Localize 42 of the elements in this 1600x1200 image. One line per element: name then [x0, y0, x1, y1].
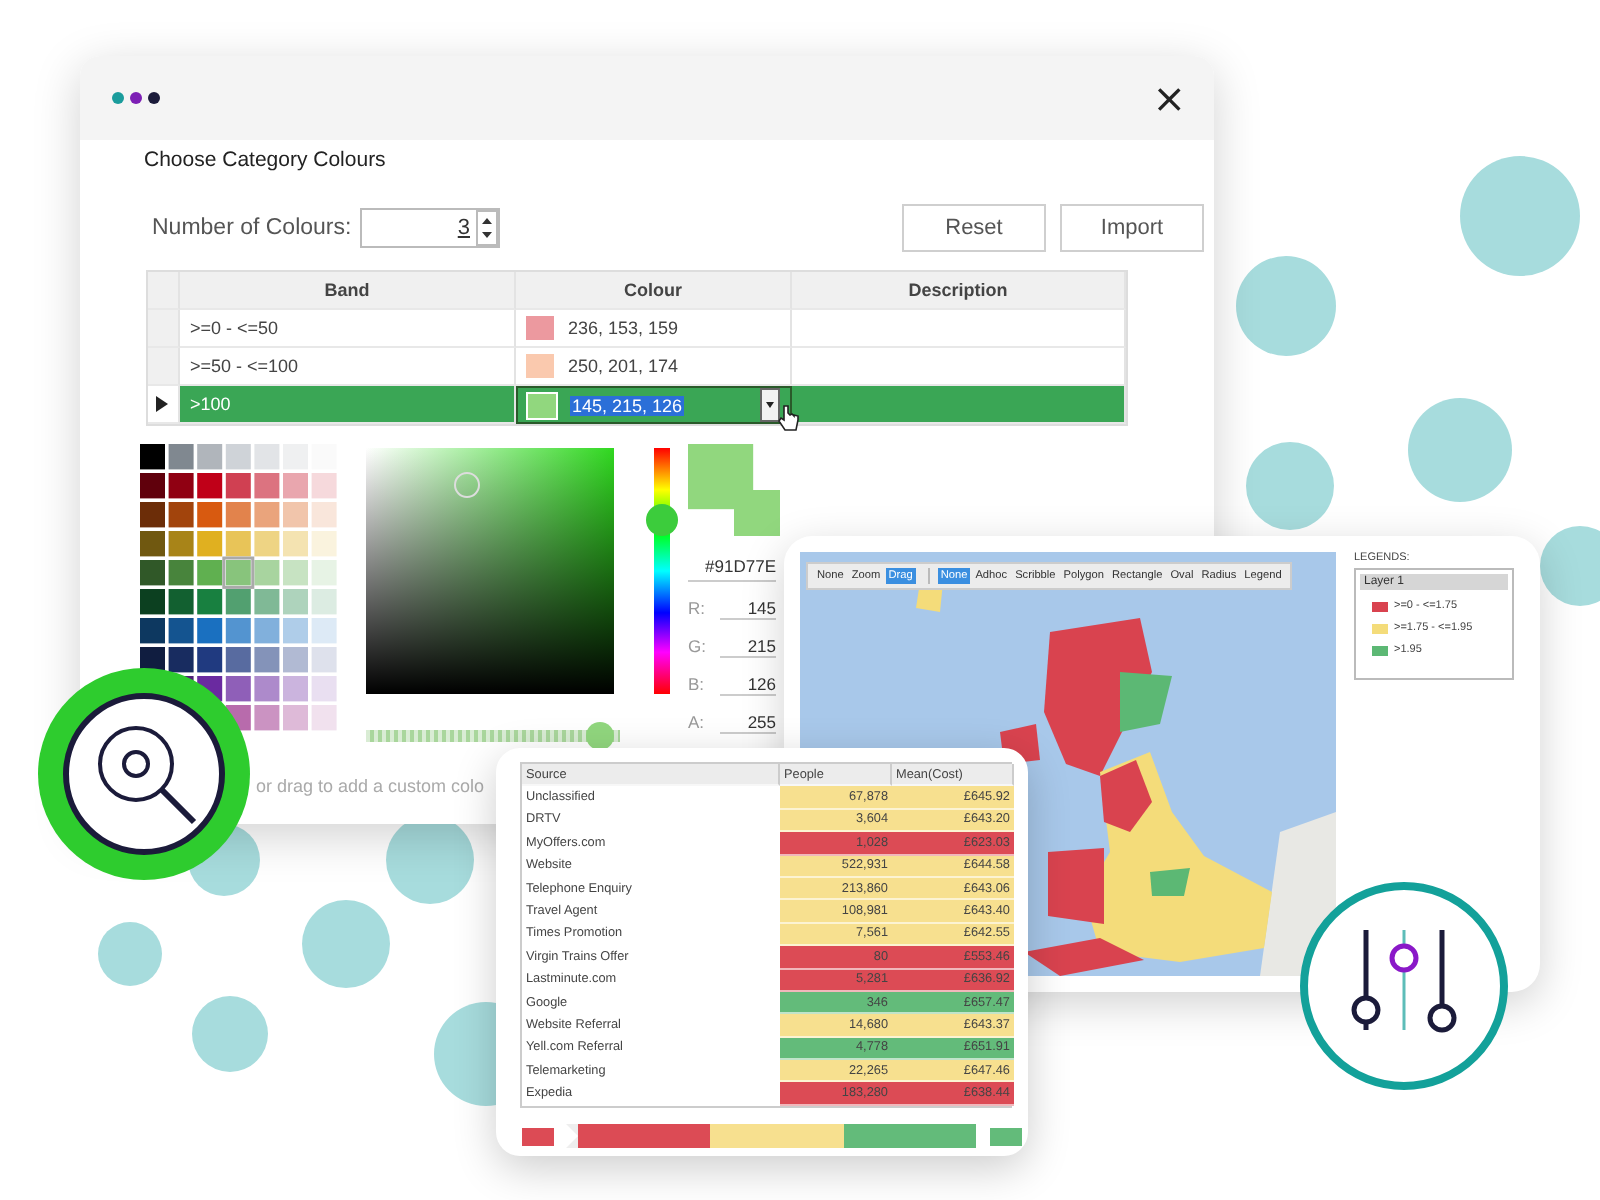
channel-label: B:	[688, 674, 707, 694]
hex-field[interactable]: #91D77E	[688, 556, 776, 582]
decor-dot	[192, 996, 268, 1072]
color-preview-drawing	[688, 444, 780, 536]
slider-thumb[interactable]	[585, 722, 614, 750]
channel-field[interactable]: 215	[720, 635, 776, 657]
spinner-icon	[476, 210, 498, 246]
close-button[interactable]: ×	[1152, 78, 1186, 118]
picker-cursor-icon	[454, 472, 480, 498]
dialog-button[interactable]: Reset	[902, 204, 1046, 252]
colour-value: 250, 201, 174	[568, 356, 679, 376]
colour-value[interactable]: 145, 215, 126	[570, 395, 685, 415]
channel-label: A:	[688, 712, 707, 732]
slider-thumb[interactable]	[646, 503, 678, 536]
decor-dot	[1460, 156, 1580, 276]
column-header: Band	[180, 272, 516, 310]
column-header: Colour	[516, 272, 792, 310]
dialog-title: Choose Category Colours	[144, 148, 388, 176]
table-cell: >=0 - <=50	[180, 310, 516, 348]
dialog-button[interactable]: Import	[1060, 204, 1204, 252]
decor-dot	[1408, 398, 1512, 502]
channel-label: G:	[688, 636, 708, 656]
table-cell: >=50 - <=100	[180, 348, 516, 386]
number-field[interactable]: 3	[360, 208, 500, 248]
channel-field[interactable]: 145	[720, 597, 776, 619]
color-field[interactable]	[366, 448, 614, 694]
channel-field[interactable]: 126	[720, 673, 776, 695]
decor-dot	[1246, 442, 1334, 530]
channel-label: R:	[688, 598, 707, 618]
dropdown-icon	[760, 388, 780, 422]
hint-text: or drag to add a custom colo	[256, 776, 485, 796]
window-dots-icon	[112, 92, 164, 104]
table-cell: >100	[180, 386, 516, 424]
colour-value: 236, 153, 159	[568, 318, 679, 338]
row-pointer-icon	[156, 396, 168, 412]
channel-field[interactable]: 255	[720, 711, 776, 733]
hand-cursor-icon	[776, 404, 800, 432]
field-label: Number of Colours:	[152, 216, 354, 240]
column-header: Description	[792, 272, 1126, 310]
decor-dot	[302, 900, 390, 988]
decor-dot	[1236, 256, 1336, 356]
decor-dot	[98, 922, 162, 986]
